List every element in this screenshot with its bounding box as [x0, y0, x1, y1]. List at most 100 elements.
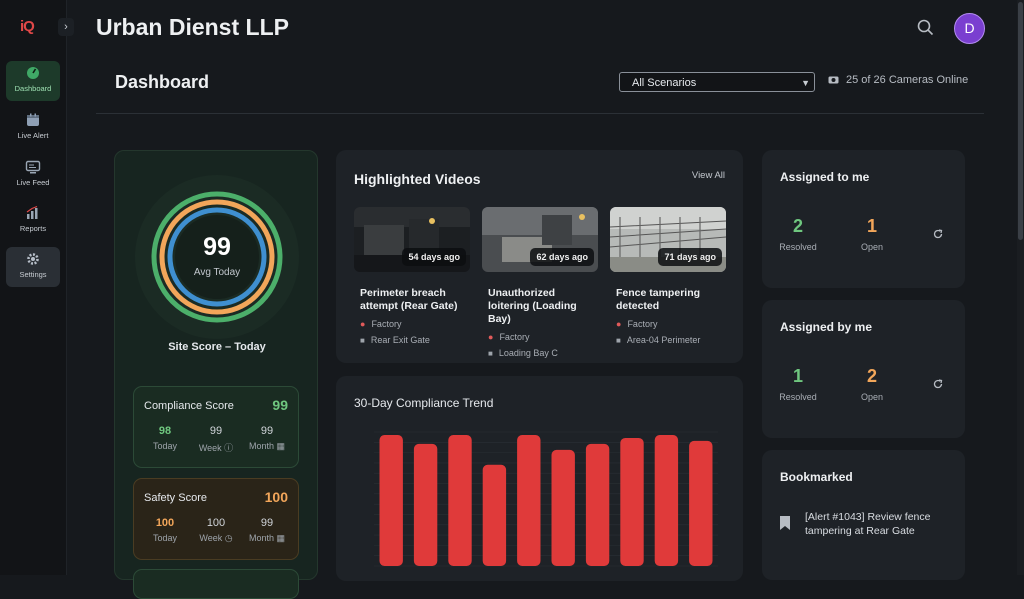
scenario-select[interactable]: All Scenarios ▼ [619, 72, 815, 92]
video-thumbnail[interactable]: 54 days ago [354, 207, 470, 272]
trend-bar[interactable] [689, 440, 713, 566]
video-camera: ■ Loading Bay C [488, 348, 558, 358]
assigned-by-me-card: Assigned by me 1 Resolved 2 Open [762, 300, 965, 438]
camera-icon: ■ [488, 349, 493, 358]
monitor-icon [25, 160, 41, 174]
compliance-trend-card: 30-Day Compliance Trend [336, 376, 743, 581]
collapse-sidebar-button[interactable]: › [58, 18, 74, 36]
site-score-sub: Avg Today [193, 267, 241, 278]
video-title: Fence tampering detected [616, 287, 701, 312]
header-divider [96, 113, 984, 114]
score-card-partial[interactable] [133, 569, 299, 599]
bookmarked-card: Bookmarked [Alert #1043] Review fence ta… [762, 450, 965, 580]
video-site: ● Factory [360, 319, 402, 329]
location-pin-icon: ● [488, 332, 494, 342]
site-score-value: 99 [203, 233, 231, 261]
trend-bar[interactable] [517, 434, 541, 566]
sidebar-item-label: Live Feed [16, 178, 50, 187]
trend-title: 30-Day Compliance Trend [354, 396, 494, 410]
sidebar-item-label: Settings [19, 270, 47, 279]
trend-bar[interactable] [620, 437, 644, 566]
sidebar: iQ Dashboard Live Alert Live Feed Report… [0, 0, 67, 575]
camera-icon [828, 76, 839, 84]
video-camera: ■ Area-04 Perimeter [616, 335, 701, 345]
company-title: Urban Dienst LLP [96, 14, 289, 40]
assigned-to-me-resolved[interactable]: 2 Resolved [768, 216, 828, 252]
safety-week: 100 Week ◷ [199, 517, 233, 543]
sidebar-item-dashboard[interactable]: Dashboard [6, 61, 60, 101]
video-site: ● Factory [616, 319, 658, 329]
app-logo[interactable]: iQ [20, 18, 35, 35]
assigned-by-me-open[interactable]: 2 Open [842, 366, 902, 402]
scrollbar-thumb[interactable] [1018, 2, 1023, 240]
highlighted-videos-title: Highlighted Videos [354, 171, 481, 187]
bookmark-icon [780, 516, 790, 530]
sidebar-item-label: Live Alert [17, 131, 49, 140]
trend-bar[interactable] [551, 449, 575, 566]
video-camera: ■ Rear Exit Gate [360, 335, 430, 345]
compliance-month: 99 Month ▦ [248, 425, 286, 451]
gear-icon [27, 253, 39, 265]
sidebar-item-live-alert[interactable]: Live Alert [6, 108, 60, 148]
compliance-value: 99 [272, 397, 288, 413]
assigned-to-me-title: Assigned to me [780, 170, 870, 184]
compliance-week: 99 Week ⓘ [198, 425, 234, 453]
site-score-caption: Site Score – Today [168, 341, 266, 353]
camera-status: 25 of 26 Cameras Online [828, 74, 968, 86]
video-site: ● Factory [488, 332, 530, 342]
video-item[interactable]: 54 days ago Perimeter breach attempt (Re… [354, 207, 470, 345]
page-scrollbar[interactable] [1017, 0, 1024, 575]
trend-bar[interactable] [413, 443, 438, 566]
view-all-link[interactable]: View All [692, 170, 725, 181]
assigned-to-me-open[interactable]: 1 Open [842, 216, 902, 252]
video-title: Unauthorized loitering (Loading Bay) [488, 287, 577, 325]
page-title: Dashboard [115, 72, 210, 92]
safety-title: Safety Score [144, 492, 207, 504]
refresh-icon[interactable] [932, 378, 944, 390]
compliance-trend-chart [374, 431, 718, 567]
search-icon[interactable] [917, 19, 934, 36]
sidebar-item-reports[interactable]: Reports [6, 201, 60, 241]
refresh-icon[interactable] [932, 228, 944, 240]
sidebar-item-live-feed[interactable]: Live Feed [6, 155, 60, 195]
trend-bar[interactable] [482, 464, 507, 566]
compliance-today: 98 Today [152, 425, 178, 451]
video-title: Perimeter breach attempt (Rear Gate) [360, 287, 458, 312]
gauge-icon [27, 67, 39, 79]
safety-month: 99 Month ▦ [248, 517, 286, 543]
compliance-score-card[interactable]: Compliance Score 99 98 Today 99 Week ⓘ 99 M… [133, 386, 299, 468]
video-age-badge: 62 days ago [530, 248, 594, 266]
video-age-badge: 54 days ago [402, 248, 466, 266]
assigned-by-me-title: Assigned by me [780, 320, 873, 334]
location-pin-icon: ● [360, 319, 366, 329]
site-score-card: 99 Avg Today Site Score – Today Complian… [114, 150, 318, 599]
video-thumbnail[interactable]: 62 days ago [482, 207, 598, 272]
camera-icon: ■ [616, 336, 621, 345]
trend-bar[interactable] [379, 434, 403, 566]
bookmarked-title: Bookmarked [780, 470, 853, 484]
chevron-down-icon: ▼ [801, 78, 810, 88]
location-pin-icon: ● [616, 319, 622, 329]
video-item[interactable]: 62 days ago Unauthorized loitering (Load… [482, 207, 598, 358]
trend-bar[interactable] [654, 434, 679, 566]
sidebar-item-settings[interactable]: Settings [6, 247, 60, 287]
video-thumbnail[interactable]: 71 days ago [610, 207, 726, 272]
cameras-online-text: 25 of 26 Cameras Online [846, 74, 969, 86]
safety-score-card[interactable]: Safety Score 100 100 Today 100 Week ◷ 99 Mo… [133, 478, 299, 560]
trend-bar[interactable] [448, 434, 472, 566]
compliance-title: Compliance Score [144, 400, 234, 412]
user-avatar[interactable]: D [954, 13, 985, 44]
bar-chart-icon [26, 205, 38, 219]
trend-bar[interactable] [585, 443, 610, 566]
bookmark-text: [Alert #1043] Review fence tampering at … [805, 511, 931, 537]
calendar-alert-icon [27, 113, 39, 126]
assigned-by-me-resolved[interactable]: 1 Resolved [768, 366, 828, 402]
video-item[interactable]: 71 days ago Fence tampering detected ● Fa… [610, 207, 726, 345]
highlighted-videos-card: Highlighted Videos View All 54 days ago … [336, 150, 743, 363]
camera-icon: ■ [360, 336, 365, 345]
safety-value: 100 [264, 489, 288, 505]
assigned-to-me-card: Assigned to me 2 Resolved 1 Open [762, 150, 965, 288]
video-age-badge: 71 days ago [658, 248, 722, 266]
sidebar-item-label: Reports [19, 224, 47, 233]
sidebar-item-label: Dashboard [14, 84, 52, 93]
